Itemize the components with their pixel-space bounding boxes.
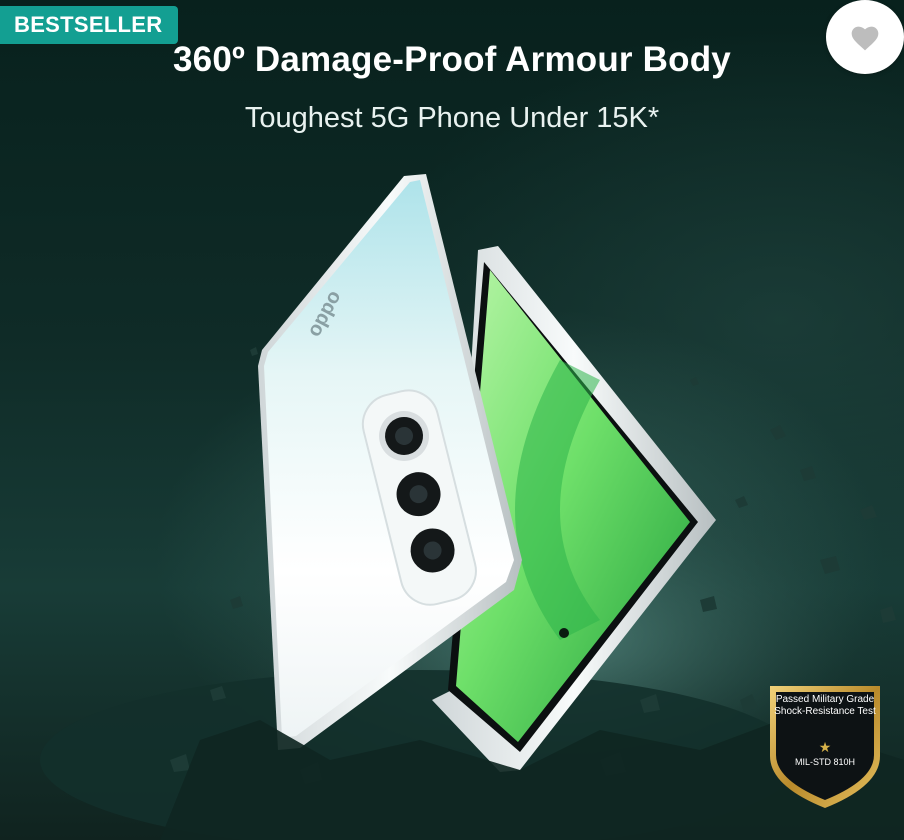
bestseller-badge: BESTSELLER [0,6,179,44]
certification-text: Passed Military Grade Shock-Resistance T… [774,694,876,717]
banner-headline: 360º Damage-Proof Armour Body [173,40,731,79]
product-card[interactable]: oppo BESTSELLER 360º Damage-Proof Armour… [0,0,904,840]
banner-subhead: Toughest 5G Phone Under 15K* [244,102,660,134]
star-icon: ★ [818,739,832,755]
certification-standard: MIL-STD 810H [794,757,856,767]
